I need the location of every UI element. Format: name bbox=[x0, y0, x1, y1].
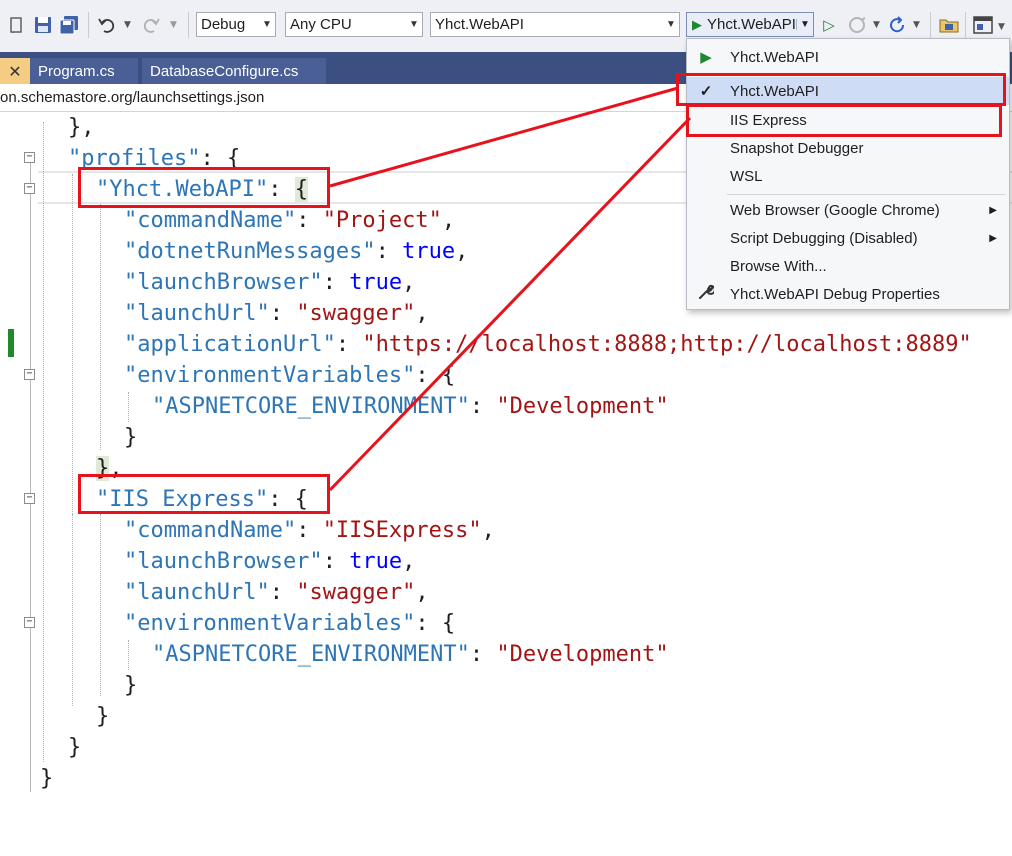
annotation-line-yhct-webapi bbox=[329, 86, 679, 188]
annotation-arrows bbox=[328, 86, 692, 492]
annotation-line-iis-express bbox=[328, 116, 692, 492]
